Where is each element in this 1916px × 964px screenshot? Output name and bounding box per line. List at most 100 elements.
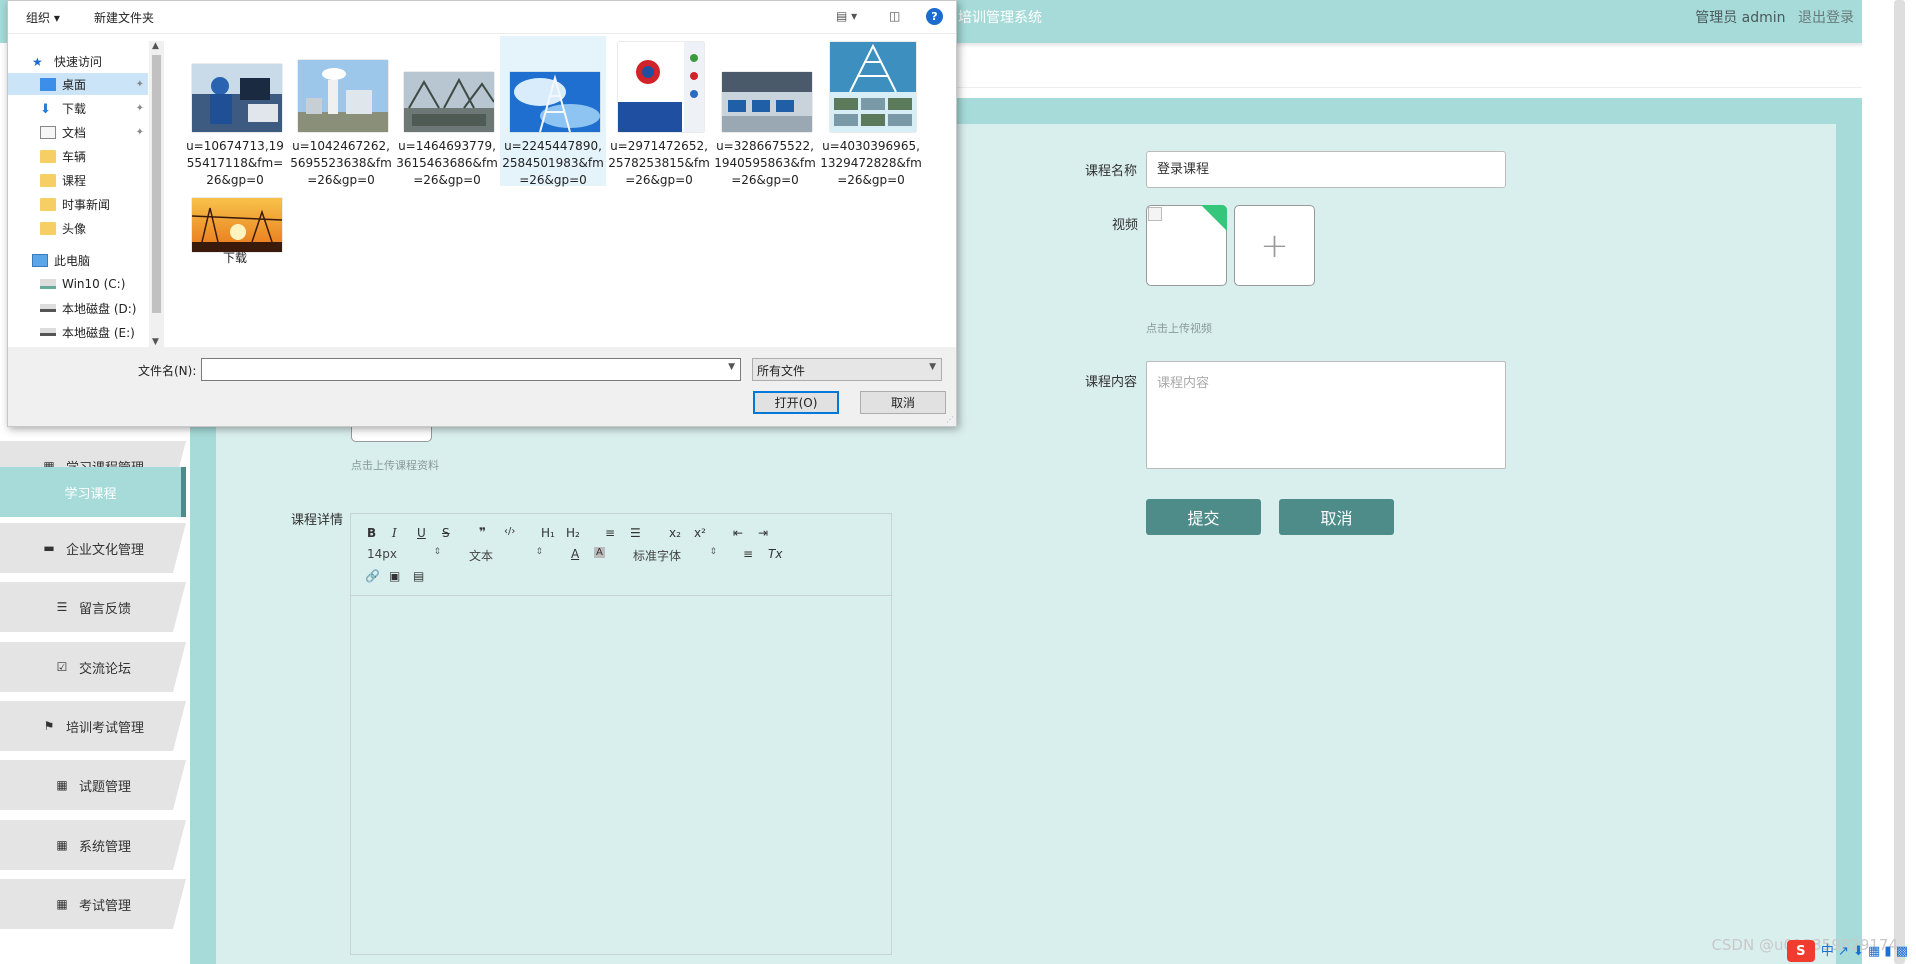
chevron-down-icon: ▼ (929, 362, 936, 372)
bullet-list-button[interactable]: ☰ (630, 526, 641, 540)
file-name: u=2245447890,2584501983&fm=26&gp=0 (502, 139, 604, 187)
organize-menu[interactable]: 组织 ▾ (26, 9, 60, 26)
chevron-up-icon[interactable]: ▲ (152, 41, 159, 51)
sidebar-item-exam-training[interactable]: ⚑ 培训考试管理 (0, 701, 186, 751)
sidebar-item-system[interactable]: ▦ 系统管理 (0, 820, 186, 870)
file-name: u=4030396965,1329472828&fm=26&gp=0 (820, 139, 922, 187)
file-name: u=1464693779,3615463686&fm=26&gp=0 (396, 139, 498, 187)
nav-this-pc[interactable]: 此电脑 (8, 249, 148, 271)
underline-button[interactable]: U (417, 526, 426, 540)
nav-desktop[interactable]: 桌面 ✦ (8, 73, 148, 95)
course-name-input[interactable]: 登录课程 (1146, 151, 1506, 188)
nav-quick-access[interactable]: ★ 快速访问 (8, 50, 148, 72)
chevron-down-icon[interactable]: ▼ (152, 337, 159, 347)
block-format-select[interactable]: 文本 ⇕ (469, 547, 543, 564)
video-upload-hint: 点击上传视频 (1146, 322, 1212, 335)
file-name: u=2971472652,2578253815&fm=26&gp=0 (608, 139, 710, 187)
file-item[interactable]: u=1464693779,3615463686&fm=26&gp=0 (394, 36, 500, 187)
nav-folder-vehicles[interactable]: 车辆 (8, 145, 148, 167)
view-options-icon[interactable]: ▤ ▾ (836, 9, 857, 23)
broken-image-icon (1148, 207, 1162, 221)
download-icon: ⬇ (40, 101, 51, 117)
filetype-select[interactable]: 所有文件 ▼ (752, 358, 942, 381)
page-scrollbar[interactable] (1886, 0, 1916, 964)
preview-pane-icon[interactable]: ◫ (889, 9, 900, 23)
image-icon[interactable]: ▣ (389, 569, 400, 583)
ime-icon[interactable]: S (1786, 940, 1815, 962)
text-color-button[interactable]: A (571, 547, 579, 561)
font-size-select[interactable]: 14px ⇕ (367, 547, 441, 561)
video-upload-button[interactable]: + (1234, 205, 1315, 286)
file-item[interactable]: u=10674713,1955417118&fm=26&gp=0 (182, 36, 288, 187)
ordered-list-button[interactable]: ≡ (605, 526, 615, 540)
file-item[interactable]: u=2245447890,2584501983&fm=26&gp=0 (500, 36, 606, 187)
file-item[interactable]: u=3286675522,1940595863&fm=26&gp=0 (712, 36, 818, 187)
pin-icon: ✦ (135, 126, 144, 138)
indent-button[interactable]: ⇥ (758, 526, 768, 540)
tray-icons: 中 ↗ ⬇ ▦ ▮ ▩ (1820, 944, 1908, 959)
flag-icon: ⚑ (43, 719, 55, 733)
nav-drive-d[interactable]: 本地磁盘 (D:) (8, 297, 148, 319)
rich-text-editor[interactable]: B I U S ❞ ‹/› H₁ H₂ ≡ ☰ x₂ x² ⇤ ⇥ 14px ⇕ … (350, 513, 892, 955)
superscript-button[interactable]: x² (694, 526, 706, 540)
sidebar-item-exam[interactable]: ▦ 考试管理 (0, 879, 186, 929)
h1-button[interactable]: H₁ (541, 526, 555, 540)
code-button[interactable]: ‹/› (504, 526, 515, 537)
scrollbar-thumb[interactable] (1894, 0, 1905, 964)
resize-grip-icon[interactable]: ⋰ (946, 415, 954, 424)
grid-icon: ▦ (56, 778, 68, 792)
content-textarea[interactable]: 课程内容 (1146, 361, 1506, 469)
sidebar-item-forum[interactable]: ☑ 交流论坛 (0, 642, 186, 692)
page-margin (1862, 0, 1886, 964)
subscript-button[interactable]: x₂ (669, 526, 681, 540)
italic-button[interactable]: I (392, 526, 397, 540)
new-folder-button[interactable]: 新建文件夹 (94, 9, 154, 26)
sidebar-item-questions[interactable]: ▦ 试题管理 (0, 760, 186, 810)
nav-drive-e[interactable]: 本地磁盘 (E:) (8, 321, 148, 343)
chevron-down-icon[interactable]: ▼ (728, 362, 735, 372)
folder-icon (40, 197, 56, 211)
submit-button[interactable]: 提交 (1146, 499, 1261, 535)
dialog-cancel-button[interactable]: 取消 (860, 391, 946, 414)
updown-icon: ⇕ (709, 547, 717, 557)
video-icon[interactable]: ▤ (413, 569, 424, 583)
file-open-dialog[interactable]: 组织 ▾ 新建文件夹 ▤ ▾ ◫ ? ★ 快速访问 桌面 ✦ ⬇ 下载 ✦ 文档 ✦ 车辆… (7, 0, 957, 427)
open-button[interactable]: 打开(O) (753, 391, 839, 414)
file-item[interactable]: u=2971472652,2578253815&fm=26&gp=0 (606, 36, 712, 187)
video-label: 视频 (1112, 218, 1139, 233)
strike-button[interactable]: S (442, 526, 450, 540)
clear-format-icon[interactable]: Tx (768, 547, 782, 561)
nav-scrollbar[interactable]: ▲ ▼ (149, 41, 164, 347)
help-icon[interactable]: ? (926, 8, 943, 25)
nav-downloads[interactable]: ⬇ 下载 ✦ (8, 97, 148, 119)
outdent-button[interactable]: ⇤ (733, 526, 743, 540)
sidebar-item-culture[interactable]: ▬ 企业文化管理 (0, 523, 186, 573)
app-title: 培训管理系统 (958, 10, 1042, 26)
background-color-button[interactable]: A (594, 547, 605, 558)
star-icon: ★ (32, 54, 43, 69)
thumbnail-image (192, 198, 282, 252)
updown-icon: ⇕ (433, 547, 441, 557)
nav-documents[interactable]: 文档 ✦ (8, 121, 148, 143)
thumbnail-image (510, 72, 600, 132)
nav-folder-news[interactable]: 时事新闻 (8, 193, 148, 215)
file-item[interactable]: u=4030396965,1329472828&fm=26&gp=0 (818, 36, 924, 187)
file-item[interactable]: u=1042467262,5695523638&fm=26&gp=0 (288, 36, 394, 187)
nav-drive-c[interactable]: Win10 (C:) (8, 273, 148, 295)
font-family-select[interactable]: 标准字体 ⇕ (633, 547, 717, 564)
nav-scrollbar-thumb[interactable] (152, 55, 161, 313)
align-icon[interactable]: ≡ (743, 547, 753, 561)
nav-folder-courses[interactable]: 课程 (8, 169, 148, 191)
blockquote-button[interactable]: ❞ (479, 525, 486, 539)
file-item[interactable]: 下载 (182, 186, 288, 272)
link-icon[interactable]: 🔗 (365, 569, 380, 583)
bold-button[interactable]: B (367, 526, 376, 540)
sidebar-item-course[interactable]: 学习课程 (0, 467, 186, 517)
logout-link[interactable]: 退出登录 (1798, 10, 1854, 26)
video-thumbnail[interactable] (1146, 205, 1227, 286)
filename-input[interactable]: ▼ (201, 358, 741, 381)
cancel-button[interactable]: 取消 (1279, 499, 1394, 535)
h2-button[interactable]: H₂ (566, 526, 580, 540)
nav-folder-avatars[interactable]: 头像 (8, 217, 148, 239)
sidebar-item-feedback[interactable]: ☰ 留言反馈 (0, 582, 186, 632)
